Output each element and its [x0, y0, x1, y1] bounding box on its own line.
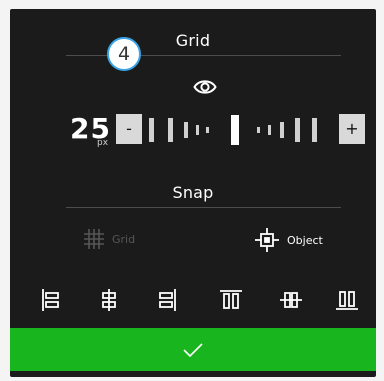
align-right-icon[interactable]: [157, 289, 177, 311]
grid-size-unit: px: [97, 138, 109, 148]
slider-tick: [312, 118, 317, 142]
step-badge: 4: [107, 37, 141, 71]
snap-divider: [66, 207, 341, 208]
increment-button[interactable]: +: [339, 114, 365, 144]
confirm-button[interactable]: [10, 328, 376, 371]
grid-snap-panel: Grid 4 25 px - + Snap Grid Object: [10, 9, 376, 377]
slider-tick: [206, 127, 209, 133]
slider-tick: [268, 125, 271, 135]
align-left-icon[interactable]: [41, 289, 61, 311]
slider-tick: [257, 127, 260, 133]
grid-size-slider[interactable]: [141, 113, 326, 147]
snap-section-title: Snap: [172, 183, 214, 202]
slider-tick: [196, 125, 199, 135]
align-center-horizontal-icon[interactable]: [99, 289, 119, 311]
grid-icon: [84, 229, 104, 249]
align-center-vertical-icon[interactable]: [280, 289, 302, 311]
slider-thumb: [231, 115, 239, 145]
slider-tick: [184, 122, 188, 138]
snap-object-label: Object: [287, 233, 323, 247]
grid-section-title: Grid: [175, 31, 211, 50]
snap-object-option[interactable]: Object: [255, 228, 323, 252]
slider-tick: [149, 118, 154, 142]
decrement-button[interactable]: -: [116, 114, 142, 144]
snap-grid-option[interactable]: Grid: [84, 229, 135, 249]
visibility-eye-icon[interactable]: [193, 79, 217, 95]
slider-tick: [280, 122, 284, 138]
slider-tick: [168, 118, 173, 142]
align-bottom-icon[interactable]: [336, 289, 358, 311]
checkmark-icon: [183, 342, 203, 357]
snap-grid-label: Grid: [112, 232, 136, 246]
slider-tick: [295, 118, 300, 142]
object-snap-icon: [255, 228, 279, 252]
align-top-icon[interactable]: [220, 289, 242, 311]
